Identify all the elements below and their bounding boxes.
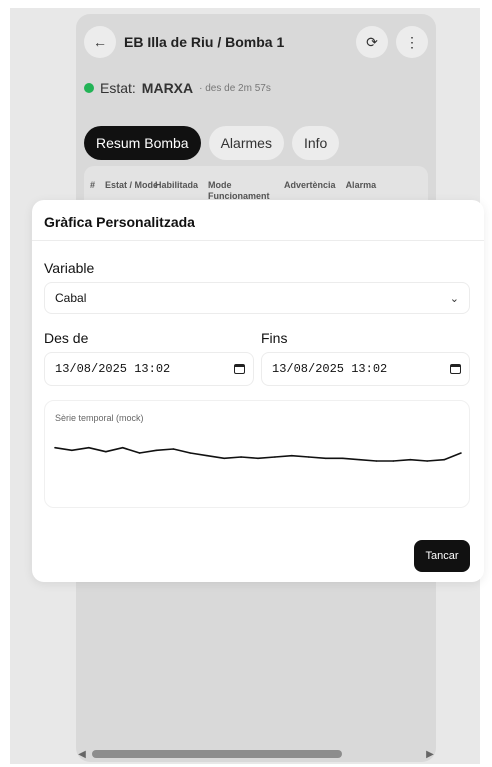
tab-resum-bomba[interactable]: Resum Bomba — [84, 126, 201, 160]
status-dot-icon — [84, 83, 94, 93]
dialog-title: Gràfica Personalitzada — [44, 214, 195, 230]
to-label: Fins — [261, 330, 288, 346]
chevron-down-icon: ⌄ — [449, 292, 459, 305]
to-date-input[interactable]: 13/08/2025 13:02 — [261, 352, 470, 386]
variable-select[interactable]: Cabal ⌄ — [44, 282, 470, 314]
tab-bar: Resum Bomba Alarmes Info — [84, 126, 340, 160]
back-icon[interactable]: ← — [84, 26, 116, 58]
status-value: MARXA — [141, 80, 194, 96]
data-point — [240, 456, 242, 458]
data-point — [341, 457, 344, 460]
scroll-left-icon[interactable]: ◀ — [76, 749, 88, 760]
data-point — [54, 446, 56, 449]
variable-label: Variable — [44, 260, 95, 276]
data-point — [138, 452, 141, 454]
table-header-row: # Estat / Mode Habilitada Mode Funcionam… — [90, 180, 376, 202]
more-menu-icon[interactable]: ⋮ — [396, 26, 428, 58]
calendar-icon[interactable] — [234, 364, 245, 374]
status-line: Estat: MARXA · des de 2m 57s — [84, 80, 271, 96]
data-point — [172, 448, 175, 450]
page-title: EB Illa de Riu / Bomba 1 — [124, 34, 285, 50]
column-header-number: # — [90, 180, 96, 190]
data-point — [392, 460, 395, 462]
data-point — [257, 457, 259, 460]
column-header-estat-mode: Estat / Mode — [105, 180, 159, 190]
column-header-alarma: Alarma — [345, 180, 377, 190]
dialog-divider — [32, 240, 484, 241]
from-date-input[interactable]: 13/08/2025 13:02 — [44, 352, 254, 386]
horizontal-scrollbar[interactable]: ◀ ▶ — [76, 748, 436, 760]
data-point — [375, 460, 378, 462]
data-point — [155, 449, 158, 452]
scrollbar-thumb[interactable] — [92, 750, 342, 758]
refresh-icon[interactable]: ⟳ — [356, 26, 388, 58]
data-point — [324, 457, 327, 460]
variable-select-value: Cabal — [55, 291, 87, 305]
data-point — [105, 450, 107, 453]
from-label: Des de — [44, 330, 89, 346]
column-header-mode-funcionament: Mode Funcionament — [208, 180, 270, 201]
to-date-value: 13/08/2025 13:02 — [272, 362, 388, 376]
data-point — [121, 446, 124, 449]
data-point — [189, 452, 192, 454]
data-point — [358, 458, 361, 461]
from-date-value: 13/08/2025 13:02 — [55, 362, 171, 376]
time-series-chart: Sèrie temporal (mock) — [44, 400, 470, 508]
data-point — [460, 452, 462, 454]
column-header-advertencia: Advertència — [284, 180, 336, 190]
status-prefix: Estat: — [100, 80, 136, 96]
scroll-right-icon[interactable]: ▶ — [424, 749, 436, 760]
data-point — [71, 449, 73, 452]
app-header: ← EB Illa de Riu / Bomba 1 ⟳ ⋮ — [84, 22, 428, 62]
tab-info[interactable]: Info — [291, 126, 340, 160]
data-point — [206, 454, 209, 457]
data-point — [274, 456, 276, 458]
column-header-habilitada: Habilitada — [155, 180, 199, 190]
data-point — [409, 458, 412, 461]
data-point — [443, 458, 445, 461]
data-point — [291, 454, 293, 457]
tab-alarmes[interactable]: Alarmes — [208, 126, 284, 160]
calendar-icon[interactable] — [450, 364, 461, 374]
data-point — [426, 460, 429, 462]
data-point — [223, 457, 225, 460]
close-button[interactable]: Tancar — [414, 540, 470, 572]
data-point — [308, 456, 310, 458]
chart-svg — [54, 446, 462, 462]
status-duration: · des de 2m 57s — [199, 82, 271, 94]
custom-chart-dialog: Gràfica Personalitzada Variable Cabal ⌄ … — [32, 200, 484, 582]
data-point — [88, 446, 90, 449]
